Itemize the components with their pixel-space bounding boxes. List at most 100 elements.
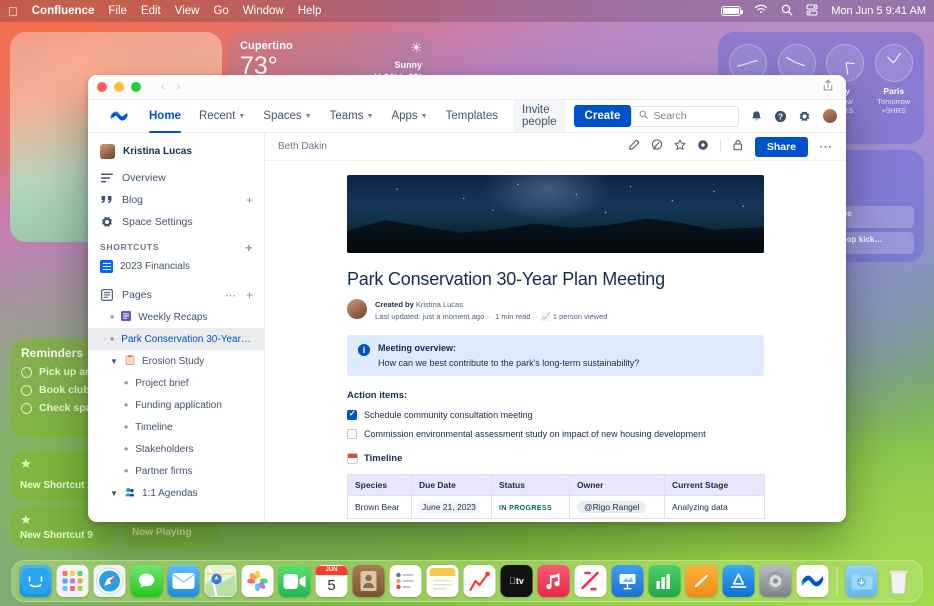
apple-menu-icon[interactable]: : [8, 5, 18, 18]
table-row[interactable]: Brown Bear June 21, 2023 IN PROGRESS @Ri…: [348, 496, 765, 519]
window-titlebar[interactable]: ‹ ›: [88, 75, 846, 100]
owner-mention[interactable]: @Rigo Rangel: [577, 501, 646, 513]
battery-icon[interactable]: [721, 6, 741, 16]
avatar[interactable]: [347, 299, 367, 319]
dock-item-photos[interactable]: [242, 565, 274, 597]
edit-pencil-icon[interactable]: [628, 139, 640, 154]
sidebar-page-1-1-agendas[interactable]: ▼ 1:1 Agendas: [88, 482, 264, 504]
dock-item-mail[interactable]: [168, 565, 200, 597]
minimize-button[interactable]: [114, 82, 124, 92]
nav-item-home[interactable]: Home: [140, 100, 190, 133]
chevron-down-icon[interactable]: ▼: [110, 357, 118, 366]
search-icon[interactable]: [781, 4, 793, 19]
create-button[interactable]: Create: [574, 105, 632, 127]
dock-item-pages[interactable]: [686, 565, 718, 597]
menubar-item-help[interactable]: Help: [298, 5, 322, 17]
menubar-item-view[interactable]: View: [175, 5, 200, 17]
reminder-checkbox-icon[interactable]: [21, 403, 32, 414]
menubar-item-go[interactable]: Go: [213, 5, 228, 17]
dock-item-facetime[interactable]: [279, 565, 311, 597]
dock-item-notes[interactable]: [427, 565, 459, 597]
task-checkbox[interactable]: [347, 410, 357, 420]
dock-item-appstore[interactable]: [723, 565, 755, 597]
confluence-window[interactable]: ‹ › Home Recent ▼ Spaces ▼ Teams ▼ Ap: [88, 75, 846, 522]
restrictions-lock-icon[interactable]: [732, 139, 744, 154]
created-by-name[interactable]: Kristina Lucas: [416, 300, 463, 309]
nav-item-apps[interactable]: Apps ▼: [382, 100, 436, 133]
date-chip[interactable]: June 21, 2023: [419, 501, 479, 513]
confluence-logo-icon[interactable]: [110, 108, 128, 124]
dock-item-launchpad[interactable]: [57, 565, 89, 597]
nav-item-teams[interactable]: Teams ▼: [321, 100, 383, 133]
maximize-button[interactable]: [131, 82, 141, 92]
add-page-icon[interactable]: +: [246, 288, 253, 302]
dock-item-settings[interactable]: [760, 565, 792, 597]
add-blog-icon[interactable]: +: [246, 193, 253, 207]
sidebar-page-project-brief[interactable]: • Project brief: [88, 372, 264, 394]
sidebar-page-erosion-study[interactable]: ▼ Erosion Study: [88, 350, 264, 372]
chevron-right-icon[interactable]: ›: [177, 81, 181, 93]
settings-gear-icon[interactable]: [798, 110, 811, 123]
sidebar-page-timeline[interactable]: • Timeline: [88, 416, 264, 438]
dock-item-messages[interactable]: [131, 565, 163, 597]
nav-item-recent[interactable]: Recent ▼: [190, 100, 254, 133]
dock-item-appletv[interactable]: tv: [501, 565, 533, 597]
dock-item-trash[interactable]: [883, 565, 915, 597]
chevron-down-icon[interactable]: ▼: [110, 489, 118, 498]
dock-item-finder[interactable]: [20, 565, 52, 597]
menubar-item-file[interactable]: File: [108, 5, 127, 17]
pages-more-icon[interactable]: ⋯: [225, 289, 237, 302]
sidebar-page-park-conservation[interactable]: • Park Conservation 30-Year Plan Meeting: [88, 328, 264, 350]
sidebar-item-space-settings[interactable]: Space Settings: [88, 211, 264, 233]
search-input[interactable]: Search: [631, 106, 739, 127]
reminder-checkbox-icon[interactable]: [21, 367, 32, 378]
notifications-bell-icon[interactable]: [750, 110, 763, 123]
chevron-left-icon[interactable]: ‹: [161, 81, 165, 93]
task-checkbox[interactable]: [347, 429, 357, 439]
help-icon[interactable]: ?: [774, 110, 787, 123]
nav-item-templates[interactable]: Templates: [437, 100, 507, 133]
dock-item-keynote[interactable]: [612, 565, 644, 597]
dock-item-stocks[interactable]: [464, 565, 496, 597]
breadcrumb[interactable]: Beth Dakin: [278, 141, 327, 152]
sidebar-shortcut-2023-financials[interactable]: 2023 Financials: [88, 255, 264, 278]
task-item[interactable]: Schedule community consultation meeting: [347, 410, 764, 420]
sidebar-item-blog[interactable]: Blog +: [88, 189, 264, 211]
sidebar-page-partner-firms[interactable]: • Partner firms: [88, 460, 264, 482]
dock-item-news[interactable]: [575, 565, 607, 597]
menubar-item-window[interactable]: Window: [243, 5, 284, 17]
timeline-table[interactable]: Species Due Date Status Owner Current St…: [347, 474, 765, 519]
wifi-icon[interactable]: [754, 4, 768, 18]
task-item[interactable]: Commission environmental assessment stud…: [347, 429, 764, 439]
view-count[interactable]: 1 person viewed: [553, 312, 608, 321]
space-sidebar[interactable]: Kristina Lucas Overview Blog + Space: [88, 133, 265, 522]
menubar-clock[interactable]: Mon Jun 5 9:41 AM: [831, 5, 926, 17]
invite-people-button[interactable]: Invite people: [513, 100, 566, 132]
sidebar-pages-header[interactable]: Pages ⋯ +: [88, 284, 264, 306]
share-button[interactable]: Share: [755, 137, 808, 157]
grid-menu-icon[interactable]: [98, 109, 101, 123]
star-icon[interactable]: [674, 139, 686, 154]
dock-item-downloads[interactable]: [846, 565, 878, 597]
nav-item-spaces[interactable]: Spaces ▼: [254, 100, 320, 133]
menubar-app-name[interactable]: Confluence: [32, 5, 95, 17]
dock-item-reminders[interactable]: [390, 565, 422, 597]
user-avatar[interactable]: [822, 108, 838, 124]
dock-item-confluence[interactable]: [797, 565, 829, 597]
add-shortcut-icon[interactable]: +: [245, 241, 253, 255]
sidebar-page-stakeholders[interactable]: • Stakeholders: [88, 438, 264, 460]
sidebar-item-overview[interactable]: Overview: [88, 167, 264, 189]
sidebar-page-weekly-recaps[interactable]: • Weekly Recaps: [88, 306, 264, 328]
sidebar-page-funding-application[interactable]: • Funding application: [88, 394, 264, 416]
more-options-icon[interactable]: ⋯: [819, 139, 833, 155]
comment-icon[interactable]: [651, 139, 663, 154]
macos-dock[interactable]: JUN 5 tv: [12, 560, 923, 602]
dock-item-numbers[interactable]: [649, 565, 681, 597]
close-button[interactable]: [97, 82, 107, 92]
dock-item-music[interactable]: [538, 565, 570, 597]
dock-item-maps[interactable]: [205, 565, 237, 597]
watch-eye-icon[interactable]: [697, 139, 709, 154]
control-center-icon[interactable]: [806, 4, 818, 19]
dock-item-calendar[interactable]: JUN 5: [316, 565, 348, 597]
reminder-checkbox-icon[interactable]: [21, 385, 32, 396]
